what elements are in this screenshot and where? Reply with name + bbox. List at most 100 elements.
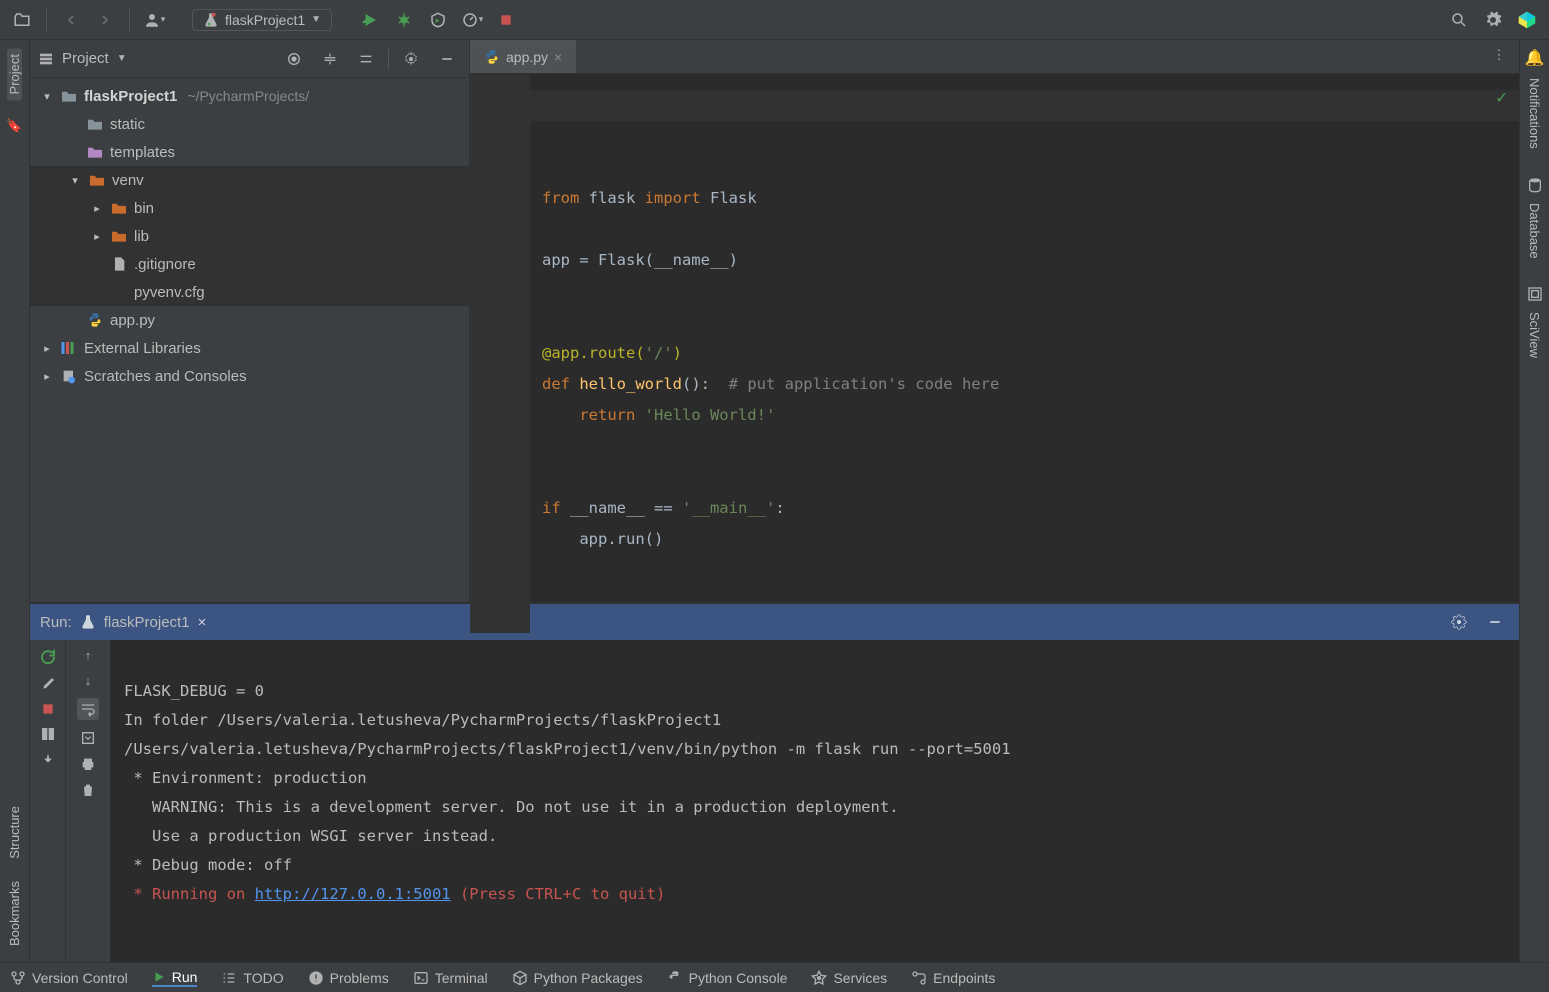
modify-run-config-button[interactable] bbox=[40, 676, 56, 692]
collapse-all-icon[interactable] bbox=[352, 45, 380, 73]
library-icon bbox=[60, 339, 78, 357]
run-console-output[interactable]: FLASK_DEBUG = 0 In folder /Users/valeria… bbox=[110, 640, 1519, 962]
sciview-icon[interactable] bbox=[1527, 286, 1543, 302]
open-icon[interactable] bbox=[8, 6, 36, 34]
tree-folder-static[interactable]: static bbox=[30, 110, 469, 138]
file-icon bbox=[110, 255, 128, 273]
select-opened-file-icon[interactable] bbox=[280, 45, 308, 73]
tree-label: lib bbox=[134, 228, 149, 245]
back-icon[interactable] bbox=[57, 6, 85, 34]
profile-button[interactable]: ▾ bbox=[458, 6, 486, 34]
up-stack-button[interactable]: ↑ bbox=[85, 648, 92, 663]
chevron-right-icon[interactable]: ▸ bbox=[40, 370, 54, 383]
console-url[interactable]: http://127.0.0.1:5001 bbox=[255, 885, 451, 903]
project-tool-button[interactable]: Project bbox=[7, 48, 22, 100]
chevron-right-icon[interactable]: ▸ bbox=[90, 202, 104, 215]
stop-button[interactable] bbox=[492, 6, 520, 34]
run-tool-window: Run: flaskProject1 × bbox=[30, 602, 1519, 962]
sciview-tool-button[interactable]: SciView bbox=[1527, 306, 1542, 364]
services-tool-button[interactable]: Services bbox=[811, 970, 887, 986]
vcs-tool-button[interactable]: Version Control bbox=[10, 970, 128, 986]
tab-options-icon[interactable]: ⋮ bbox=[1485, 41, 1513, 69]
inspection-ok-icon[interactable]: ✓ bbox=[1496, 82, 1507, 113]
bookmarks-tool-icon[interactable]: 🔖 bbox=[6, 118, 22, 134]
settings-icon[interactable] bbox=[1479, 6, 1507, 34]
bell-icon[interactable]: 🔔 bbox=[1525, 48, 1545, 68]
problems-tool-button[interactable]: Problems bbox=[308, 970, 389, 986]
terminal-tool-button[interactable]: Terminal bbox=[413, 970, 488, 986]
python-packages-tool-button[interactable]: Python Packages bbox=[512, 970, 643, 986]
tree-folder-templates[interactable]: templates bbox=[30, 138, 469, 166]
editor-body[interactable]: ✓ from flask import Flask app = Flask(__… bbox=[470, 74, 1519, 633]
editor-tab-app-py[interactable]: app.py × bbox=[470, 40, 576, 73]
rerun-button[interactable] bbox=[39, 648, 57, 666]
soft-wrap-button[interactable] bbox=[77, 698, 99, 720]
forward-icon[interactable] bbox=[91, 6, 119, 34]
tree-file-pyvenv[interactable]: pyvenv.cfg bbox=[30, 278, 469, 306]
pin-button[interactable] bbox=[40, 752, 56, 768]
delete-button[interactable] bbox=[80, 782, 96, 798]
search-icon[interactable] bbox=[1445, 6, 1473, 34]
tool-button-label: TODO bbox=[243, 970, 283, 986]
python-console-tool-button[interactable]: Python Console bbox=[667, 970, 788, 986]
project-panel-title[interactable]: Project bbox=[62, 50, 109, 67]
python-file-icon bbox=[86, 311, 104, 329]
flask-icon bbox=[80, 614, 96, 630]
user-icon[interactable]: ▾ bbox=[140, 6, 168, 34]
run-button[interactable] bbox=[356, 6, 384, 34]
scroll-to-end-button[interactable] bbox=[80, 730, 96, 746]
console-line: In folder /Users/valeria.letusheva/Pycha… bbox=[124, 711, 721, 729]
close-icon[interactable]: × bbox=[198, 614, 207, 631]
structure-tool-button[interactable]: Structure bbox=[7, 800, 22, 865]
python-icon bbox=[667, 970, 683, 986]
close-icon[interactable]: × bbox=[554, 49, 562, 65]
todo-tool-button[interactable]: TODO bbox=[221, 970, 283, 986]
chevron-down-icon[interactable]: ▾ bbox=[68, 174, 82, 187]
project-panel-header: Project ▼ bbox=[30, 40, 469, 78]
tree-file-app-py[interactable]: app.py bbox=[30, 306, 469, 334]
notifications-tool-button[interactable]: Notifications bbox=[1527, 72, 1542, 155]
chevron-right-icon[interactable]: ▸ bbox=[40, 342, 54, 355]
coverage-button[interactable] bbox=[424, 6, 452, 34]
tree-scratches[interactable]: ▸ Scratches and Consoles bbox=[30, 362, 469, 390]
run-tab-label[interactable]: flaskProject1 bbox=[104, 614, 190, 631]
warning-icon bbox=[308, 970, 324, 986]
code-token: hello_world bbox=[579, 375, 682, 393]
tree-label: Scratches and Consoles bbox=[84, 368, 247, 385]
endpoints-tool-button[interactable]: Endpoints bbox=[911, 970, 995, 986]
code-token: return bbox=[579, 406, 644, 424]
expand-all-icon[interactable] bbox=[316, 45, 344, 73]
tree-label: pyvenv.cfg bbox=[134, 284, 205, 301]
gear-icon[interactable] bbox=[397, 45, 425, 73]
tree-project-root[interactable]: ▾ flaskProject1 ~/PycharmProjects/ bbox=[30, 82, 469, 110]
database-icon[interactable] bbox=[1527, 177, 1543, 193]
tree-folder-venv[interactable]: ▾ venv bbox=[30, 166, 469, 194]
run-header-label: Run: bbox=[40, 614, 72, 631]
code-token: app.run() bbox=[542, 530, 663, 548]
chevron-down-icon[interactable]: ▼ bbox=[117, 53, 127, 64]
tree-folder-bin[interactable]: ▸ bin bbox=[30, 194, 469, 222]
hide-icon[interactable] bbox=[433, 45, 461, 73]
project-tree[interactable]: ▾ flaskProject1 ~/PycharmProjects/ stati… bbox=[30, 78, 469, 602]
chevron-right-icon[interactable]: ▸ bbox=[90, 230, 104, 243]
endpoints-icon bbox=[911, 970, 927, 986]
database-tool-button[interactable]: Database bbox=[1527, 197, 1542, 265]
folder-icon bbox=[60, 87, 78, 105]
tree-label: venv bbox=[112, 172, 144, 189]
down-stack-button[interactable]: ↓ bbox=[85, 673, 92, 688]
layout-button[interactable] bbox=[40, 726, 56, 742]
right-tool-stripe: 🔔 Notifications Database SciView bbox=[1519, 40, 1549, 962]
chevron-down-icon[interactable]: ▾ bbox=[40, 90, 54, 103]
tree-file-gitignore[interactable]: .gitignore bbox=[30, 250, 469, 278]
bookmarks-tool-button[interactable]: Bookmarks bbox=[7, 875, 22, 952]
run-tool-button[interactable]: Run bbox=[152, 969, 198, 987]
code-content[interactable]: ✓ from flask import Flask app = Flask(__… bbox=[530, 74, 1519, 633]
tree-external-libraries[interactable]: ▸ External Libraries bbox=[30, 334, 469, 362]
jetbrains-icon[interactable] bbox=[1513, 6, 1541, 34]
stop-button[interactable] bbox=[41, 702, 55, 716]
debug-button[interactable] bbox=[390, 6, 418, 34]
print-button[interactable] bbox=[80, 756, 96, 772]
tree-folder-lib[interactable]: ▸ lib bbox=[30, 222, 469, 250]
editor-gutter[interactable] bbox=[470, 74, 530, 633]
run-config-selector[interactable]: flaskProject1 ▼ bbox=[192, 9, 332, 31]
